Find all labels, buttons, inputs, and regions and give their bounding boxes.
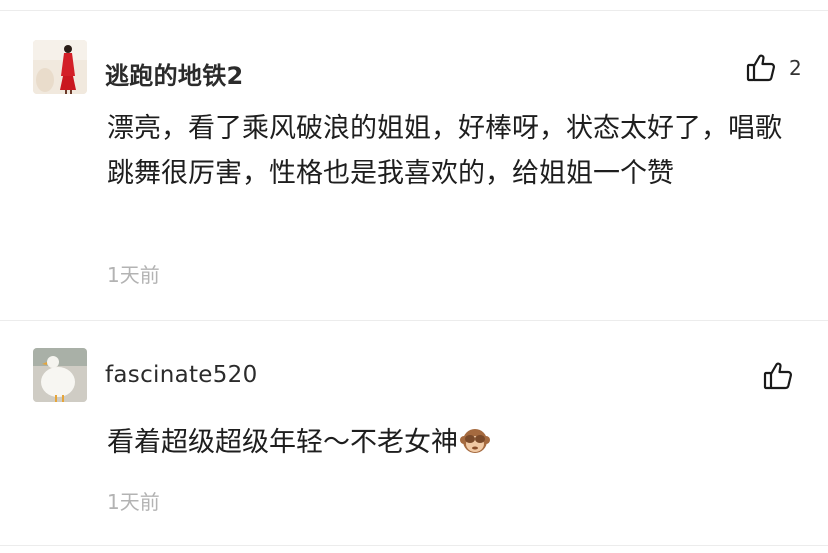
thumbs-up-outline-icon bbox=[762, 360, 794, 392]
like-button[interactable] bbox=[762, 360, 806, 392]
user-avatar[interactable] bbox=[33, 348, 87, 402]
username[interactable]: fascinate520 bbox=[105, 362, 258, 388]
comment-text-content: 看着超级超级年轻～不老女神 bbox=[107, 427, 458, 458]
bottom-divider bbox=[0, 545, 828, 546]
see-no-evil-monkey-emoji bbox=[460, 425, 490, 470]
comment-item: fascinate520 看着超级超级年轻～不老女神 1天前 bbox=[0, 0, 828, 553]
comment-text: 看着超级超级年轻～不老女神 bbox=[107, 420, 797, 470]
comment-time: 1天前 bbox=[107, 490, 160, 514]
